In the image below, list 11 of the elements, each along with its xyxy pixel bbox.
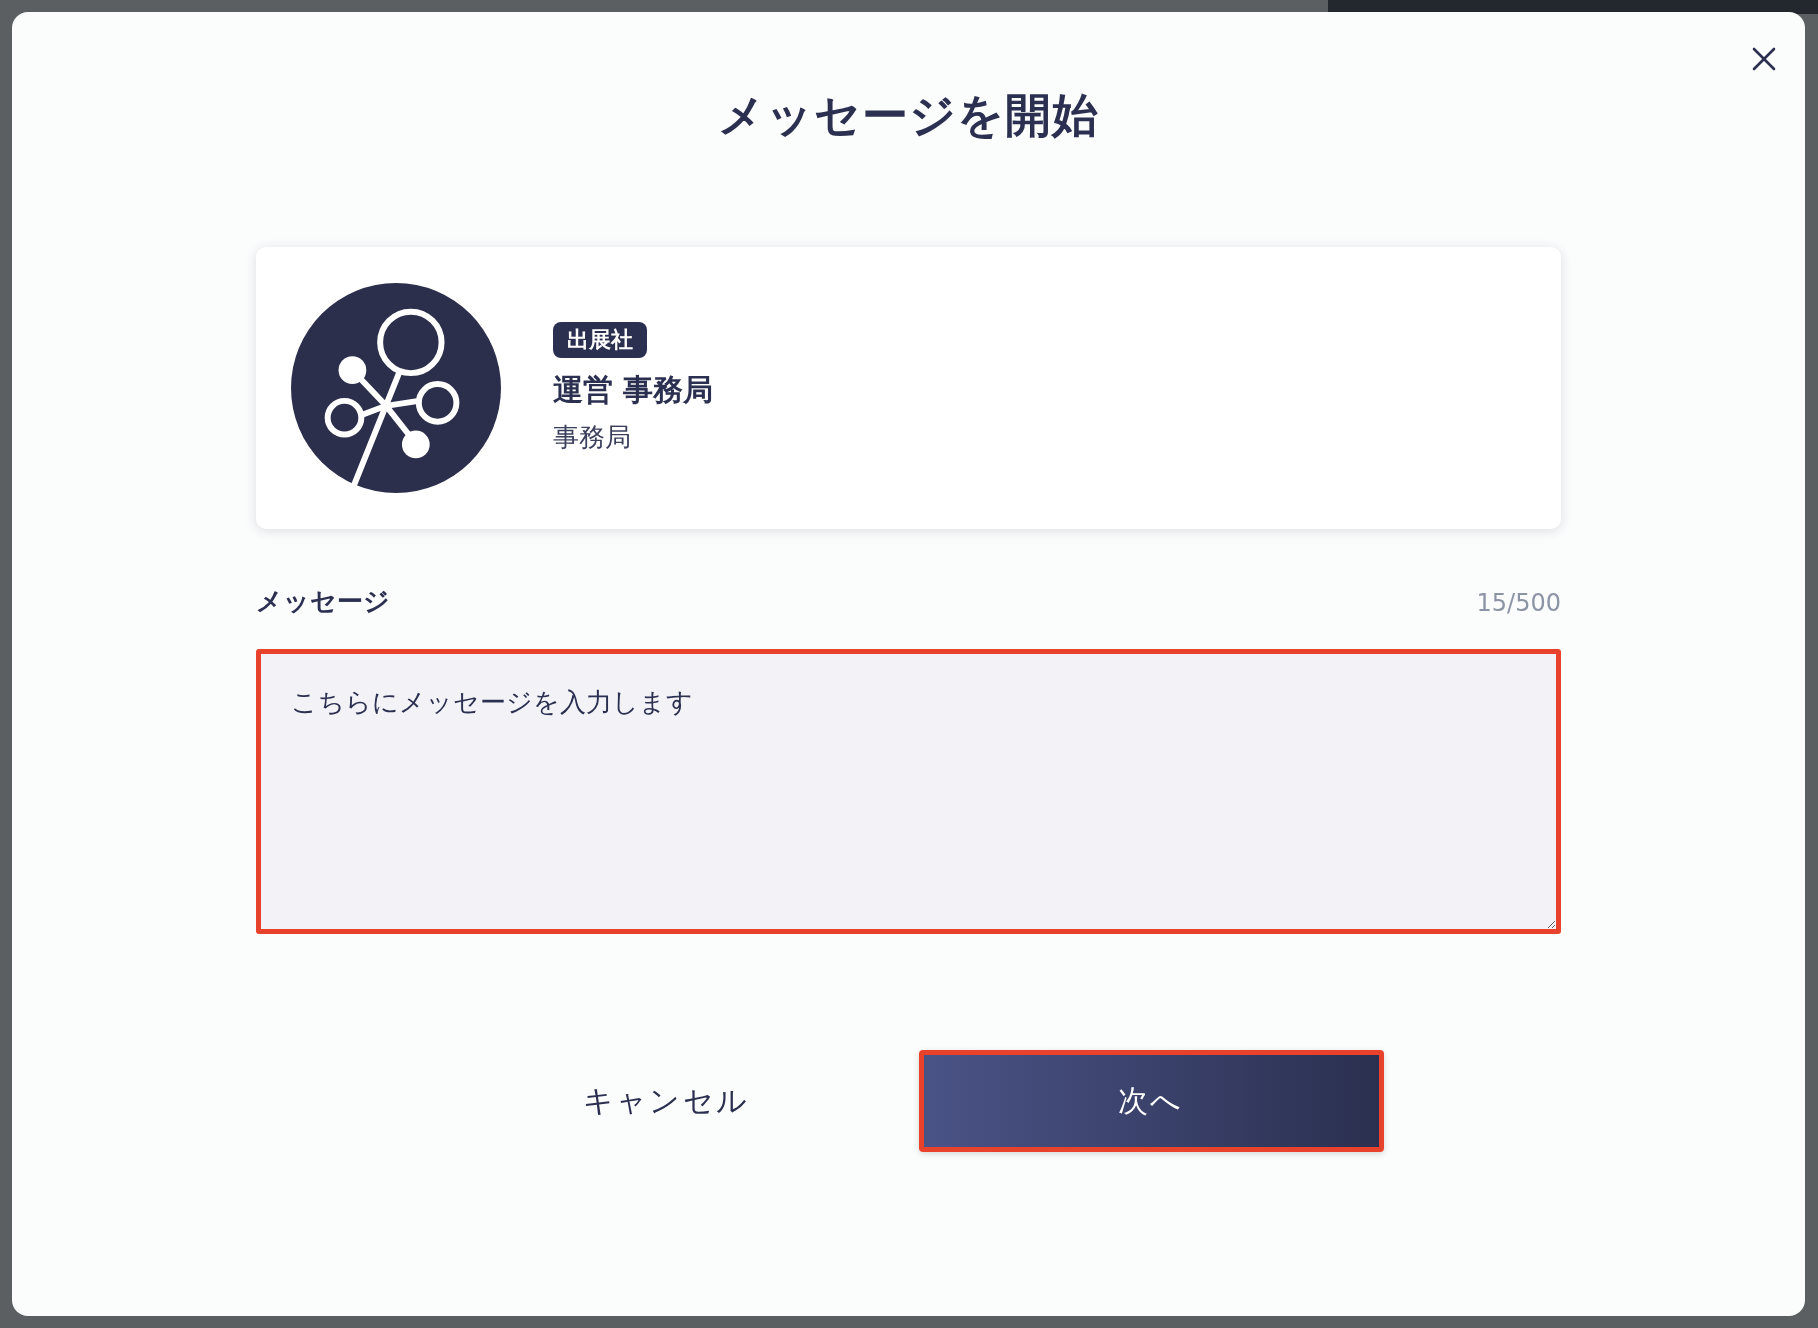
character-counter: 15/500 — [1476, 587, 1561, 619]
next-button[interactable]: 次へ — [918, 1050, 1384, 1152]
role-tag: 出展社 — [553, 321, 647, 358]
close-icon — [1752, 47, 1776, 71]
message-label: メッセージ — [256, 585, 390, 619]
cancel-button[interactable]: キャンセル — [433, 1050, 899, 1152]
profile-department: 事務局 — [553, 420, 632, 454]
message-input[interactable]: こちらにメッセージを入力します — [256, 649, 1561, 934]
branching-logo-icon — [291, 283, 501, 494]
dialog-title: メッセージを開始 — [718, 88, 1099, 144]
profile-name: 運営 事務局 — [553, 370, 714, 409]
